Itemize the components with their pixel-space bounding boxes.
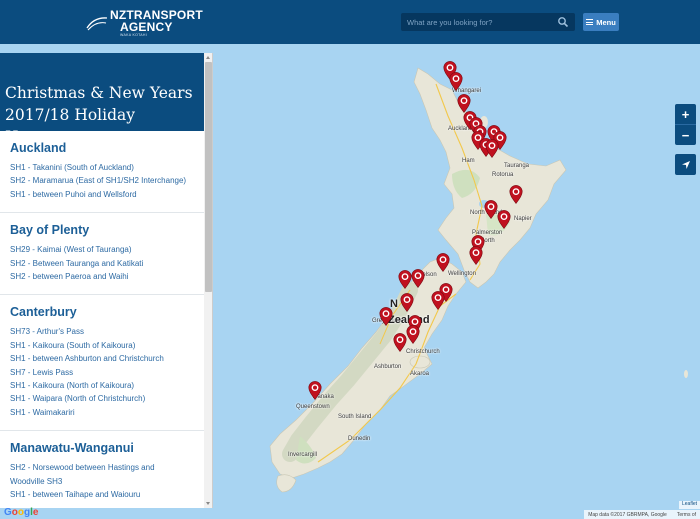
route-link[interactable]: SH1 - between Ashburton and Christchurch [10,352,204,365]
logo-subtext: WAKA KOTAHI [120,32,148,37]
leaflet-attribution[interactable]: Leaflet [678,501,700,509]
hotspots-panel: Christmas & New Years 2017/18 Holiday Ho… [0,53,213,508]
hotspot-marker-icon[interactable] [379,307,393,327]
map-attribution: Map data ©2017 GBRMPA, Google Terms of [584,510,700,519]
menu-label: Menu [596,17,616,27]
label-ashburton: Ashburton [374,364,402,370]
hotspot-marker-icon[interactable] [393,333,407,353]
hotspot-marker-icon[interactable] [485,139,499,159]
panel-title: Christmas & New Years 2017/18 Holiday Ho… [0,53,204,146]
label-south-island: South Island [338,414,372,420]
region-heading[interactable]: Bay of Plenty [10,223,204,237]
hotspot-marker-icon[interactable] [400,293,414,313]
locate-button[interactable] [675,154,696,175]
scroll-down-arrow-icon[interactable] [206,502,210,505]
panel-title-line-1: Christmas & New Years [5,84,193,102]
menu-button[interactable]: Menu [583,13,619,31]
route-link[interactable]: SH73 - Arthur's Pass [10,325,204,338]
hotspot-marker-icon[interactable] [509,185,523,205]
route-link[interactable]: SH2 - Norsewood between Hastings and [10,461,204,474]
zoom-out-button[interactable]: − [675,125,696,145]
hamburger-icon [586,19,594,25]
route-link[interactable]: SH1 - Kaikoura (North of Kaikoura) [10,379,204,392]
nzta-logo[interactable]: NZTRANSPORT AGENCY WAKA KOTAHI [86,7,203,37]
search-icon[interactable] [557,16,569,28]
region-section: Canterbury SH73 - Arthur's Pass SH1 - Kaik… [0,295,204,432]
hotspot-marker-icon[interactable] [436,253,450,273]
map-data-text: Map data ©2017 GBRMPA, Google [588,511,667,518]
logo-text-main: NZTRANSPORT [110,7,203,22]
hotspot-marker-icon[interactable] [411,269,425,289]
label-christchurch: Christchurch [406,349,440,355]
region-section: Auckland SH1 - Takanini (South of Aucklan… [0,131,204,214]
hotspot-marker-icon[interactable] [484,200,498,220]
hotspot-marker-icon[interactable] [398,270,412,290]
zoom-in-button[interactable]: + [675,104,696,124]
hotspot-marker-icon[interactable] [431,291,445,311]
route-link[interactable]: SH2 - Between Tauranga and Katikati [10,257,204,270]
route-link[interactable]: SH1 - Takanini (South of Auckland) [10,161,204,174]
route-link[interactable]: Woodville SH3 [10,475,204,488]
route-link[interactable]: SH1 - Waipara (North of Christchurch) [10,392,204,405]
hotspot-marker-icon[interactable] [449,72,463,92]
zoom-control: + − [675,104,696,145]
panel-scrollbar[interactable] [204,53,212,508]
route-link[interactable]: SH2 - between Paeroa and Waihi [10,270,204,283]
region-heading[interactable]: Manawatu-Wanganui [10,441,204,455]
terms-link[interactable]: Terms of [677,512,696,518]
label-hamilton: Ham [462,158,475,164]
navigation-arrow-icon [681,160,690,169]
logo-text-second: AGENCY [120,19,173,34]
route-link[interactable]: SH1 - Waimakariri [10,406,204,419]
scroll-up-arrow-icon[interactable] [206,56,210,59]
label-invercargill: Invercargill [288,452,318,458]
hotspot-marker-icon[interactable] [308,381,322,401]
site-header: NZTRANSPORT AGENCY WAKA KOTAHI Menu [0,0,700,44]
label-akaroa: Akaroa [410,371,430,377]
region-list: Auckland SH1 - Takanini (South of Aucklan… [0,131,204,508]
hotspot-marker-icon[interactable] [497,210,511,230]
route-link[interactable]: SH7 - Lewis Pass [10,366,204,379]
region-section: Manawatu-Wanganui SH2 - Norsewood between… [0,431,204,508]
label-tauranga: Tauranga [504,163,530,169]
region-section: Bay of Plenty SH29 - Kaimai (West of Taur… [0,213,204,296]
label-rotorua: Rotorua [492,172,514,178]
scroll-thumb[interactable] [205,62,212,292]
hotspot-marker-icon[interactable] [469,246,483,266]
google-logo[interactable]: Google [4,507,38,518]
route-link[interactable]: SH1 - between Puhoi and Wellsford [10,188,204,201]
route-link[interactable]: SH1 - Kaikoura (South of Kaikoura) [10,339,204,352]
route-link[interactable]: SH1 - between Taihape and Waiouru [10,488,204,501]
region-heading[interactable]: Auckland [10,141,204,155]
fern-logo-icon [86,17,108,31]
label-dunedin: Dunedin [348,436,371,442]
search-box [401,13,575,31]
search-input[interactable] [407,13,552,31]
label-wellington: Wellington [448,271,476,277]
region-heading[interactable]: Canterbury [10,305,204,319]
route-link[interactable]: SH2 - Maramarua (East of SH1/SH2 Interch… [10,174,204,187]
label-queenstown: Queenstown [296,404,330,410]
hotspot-marker-icon[interactable] [406,325,420,345]
label-napier: Napier [514,216,532,222]
route-link[interactable]: SH29 - Kaimai (West of Tauranga) [10,243,204,256]
